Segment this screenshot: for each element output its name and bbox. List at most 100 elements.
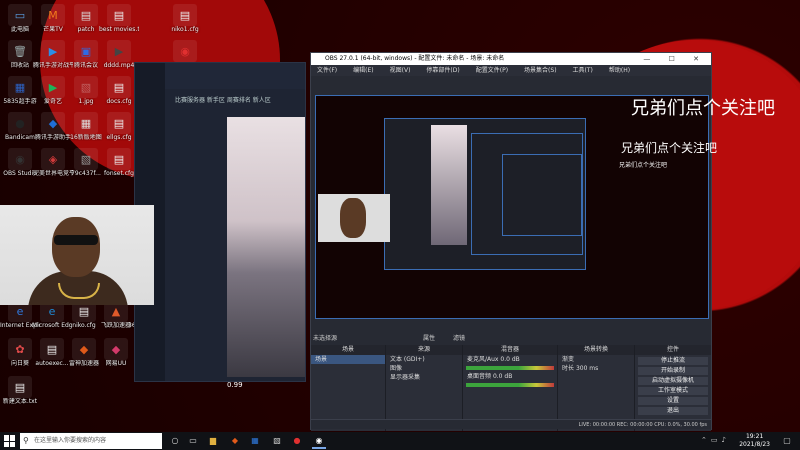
- windows-logo-tile-2: [10, 435, 15, 441]
- desktop-icon-glyph: ▣: [74, 40, 98, 62]
- desktop-icon[interactable]: ▤ fonset.cfg: [99, 148, 139, 177]
- desktop-volume-meter[interactable]: [466, 383, 554, 387]
- mixer-track-desktop-db: 0.0 dB: [492, 373, 513, 380]
- desktop-icon[interactable]: ▤ 新建文本.txt: [0, 376, 40, 405]
- background-app-window[interactable]: 比赛服务器 新手区 周赛排名 新人区 0.99: [134, 62, 306, 389]
- source-item-text[interactable]: 文本 (GDI+): [386, 355, 462, 364]
- desktop-icon-label: ellgs.cfg: [106, 134, 132, 141]
- desktop-icon-glyph: ▭: [8, 4, 32, 26]
- filters-button[interactable]: 滤镜: [453, 333, 465, 342]
- desktop-icon-glyph: ◆: [41, 112, 65, 134]
- menu-item[interactable]: 视图(V): [390, 67, 411, 74]
- search-icon: ⚲: [23, 436, 29, 445]
- desktop: ▭ 此电脑 🗑 回收站 ▦ 5835超手游 ● Bandicam ◉ OBS Studio M 芒果T…: [0, 0, 800, 432]
- settings-button[interactable]: 设置: [638, 397, 708, 405]
- menu-item[interactable]: 场景集合(S): [524, 67, 557, 74]
- stream-overlay-text-small: 兄弟们点个关注吧: [619, 162, 668, 169]
- desktop-icon-glyph: ◉: [173, 40, 197, 62]
- app-icon-1[interactable]: ◆: [228, 435, 242, 447]
- desktop-icon-glyph: ▤: [8, 376, 32, 398]
- desktop-icon[interactable]: ▤ niko1.cfg: [165, 4, 205, 33]
- app-score: 0.99: [227, 381, 243, 389]
- nested-preview-2: [471, 133, 583, 255]
- obs-taskbar-icon[interactable]: ◉: [312, 435, 326, 449]
- anime-artwork: [227, 117, 305, 377]
- desktop-icon-glyph: ▤: [107, 148, 131, 170]
- stop-streaming-button[interactable]: 停止推流: [638, 357, 708, 365]
- stream-overlay-text-medium: 兄弟们点个关注吧: [621, 141, 718, 155]
- taskbar-clock[interactable]: 19:21 2021/8/23: [739, 433, 770, 449]
- menu-item[interactable]: 停靠部件(D): [426, 67, 459, 74]
- desktop-icon-glyph: ▤: [173, 4, 197, 26]
- person-face: [52, 217, 100, 277]
- mixer-track-mic-db: 0.0 dB: [500, 356, 520, 363]
- desktop-icon[interactable]: ▤ ellgs.cfg: [99, 112, 139, 141]
- nested-webcam-face: [340, 198, 366, 238]
- transitions-dock-title: 场景转换: [558, 345, 634, 355]
- system-tray[interactable]: ⌃▭♪: [701, 436, 730, 444]
- windows-logo-tile-4: [10, 441, 15, 447]
- desktop-icon-glyph: ◉: [8, 148, 32, 170]
- desktop-icon[interactable]: ▶ dddd.mp4: [99, 40, 139, 69]
- desktop-icon-label: docs.cfg: [106, 98, 132, 105]
- sunglasses: [54, 235, 98, 245]
- start-button[interactable]: [4, 435, 16, 447]
- clock-time: 19:21: [745, 433, 764, 440]
- obs-statusbar: LIVE: 00:00:00 REC: 00:00:00 CPU: 0.0%, …: [311, 419, 711, 429]
- desktop-icon-glyph: ◆: [104, 338, 128, 360]
- app-icon-2[interactable]: ▦: [248, 435, 262, 447]
- mic-volume-meter[interactable]: [466, 366, 554, 370]
- duration-label: 时长: [562, 365, 575, 372]
- desktop-icon-glyph: ▧: [74, 76, 98, 98]
- menu-item[interactable]: 工具(T): [573, 67, 593, 74]
- desktop-icon-label: niko1.cfg: [171, 26, 199, 33]
- nested-artwork: [431, 125, 467, 245]
- app-icon-4[interactable]: ●: [290, 435, 304, 447]
- desktop-icon-glyph: M: [41, 4, 65, 26]
- obs-title: OBS 27.0.1 (64-bit, windows) - 配置文件: 未命名…: [325, 55, 505, 62]
- mixer-track-mic: 麦克风/Aux 0.0 dB: [463, 355, 557, 364]
- no-source-label: 未选择源: [313, 335, 338, 342]
- menu-item[interactable]: 文件(F): [317, 67, 337, 74]
- notification-icon[interactable]: ▢: [780, 435, 794, 447]
- properties-button[interactable]: 属性: [423, 333, 435, 342]
- task-view-icon[interactable]: ○: [168, 435, 182, 447]
- desktop-icon-glyph: ●: [8, 112, 32, 134]
- menu-item[interactable]: 帮助(H): [609, 67, 630, 74]
- desktop-icon-glyph: 🗑: [8, 40, 32, 62]
- mixer-track-desktop-name: 桌面音频: [467, 373, 492, 380]
- app-tabs[interactable]: 比赛服务器 新手区 周赛排名 新人区: [175, 95, 271, 104]
- menu-item[interactable]: 配置文件(P): [476, 67, 508, 74]
- mixer-track-mic-name: 麦克风/Aux: [467, 356, 499, 363]
- webcam-overlay: [0, 205, 154, 305]
- scene-item[interactable]: 场景: [311, 355, 385, 364]
- windows-logo-tile-1: [4, 435, 9, 441]
- app-icon-3[interactable]: ▧: [270, 435, 284, 447]
- nested-preview-1: [384, 118, 586, 270]
- obs-menubar: 文件(F) 编辑(E) 视图(V) 停靠部件(D) 配置文件(P) 场景集合(S) 工具(T…: [311, 65, 711, 76]
- menu-item[interactable]: 编辑(E): [353, 67, 373, 74]
- transition-type-select[interactable]: 渐变: [558, 355, 634, 364]
- mixer-track-desktop: 桌面音频 0.0 dB: [463, 372, 557, 381]
- exit-button[interactable]: 退出: [638, 407, 708, 415]
- taskbar-search-box[interactable]: ⚲ 在这里输入你要搜索的内容: [20, 433, 162, 449]
- nested-preview-3: [502, 154, 582, 236]
- source-item-display[interactable]: 显示器采集: [386, 373, 462, 382]
- start-recording-button[interactable]: 开始录制: [638, 367, 708, 375]
- studio-mode-button[interactable]: 工作室模式: [638, 387, 708, 395]
- window-controls[interactable]: — ☐ ✕: [643, 53, 707, 65]
- source-item-image[interactable]: 图像: [386, 364, 462, 373]
- taskbar: ⚲ 在这里输入你要搜索的内容 ○ ▭ ▆ ◆ ▦ ▧ ● ◉ ⌃▭♪ 19:21…: [0, 432, 800, 450]
- sources-dock-title: 来源: [386, 345, 462, 355]
- desktop-icon[interactable]: ▤best movies.txt: [99, 4, 139, 33]
- virtual-camera-button[interactable]: 启动虚拟摄像机: [638, 377, 708, 385]
- task-view-button-icon[interactable]: ▭: [186, 435, 200, 447]
- file-explorer-icon[interactable]: ▆: [206, 435, 220, 447]
- desktop-icon[interactable]: ▤ docs.cfg: [99, 76, 139, 105]
- obs-preview[interactable]: [315, 95, 709, 319]
- transition-duration[interactable]: 时长 300 ms: [558, 364, 634, 373]
- obs-titlebar[interactable]: OBS 27.0.1 (64-bit, windows) - 配置文件: 未命名…: [311, 53, 711, 65]
- windows-logo-tile-3: [4, 441, 9, 447]
- desktop-icon-label: dddd.mp4: [103, 62, 135, 69]
- desktop-icon-glyph: ▤: [107, 112, 131, 134]
